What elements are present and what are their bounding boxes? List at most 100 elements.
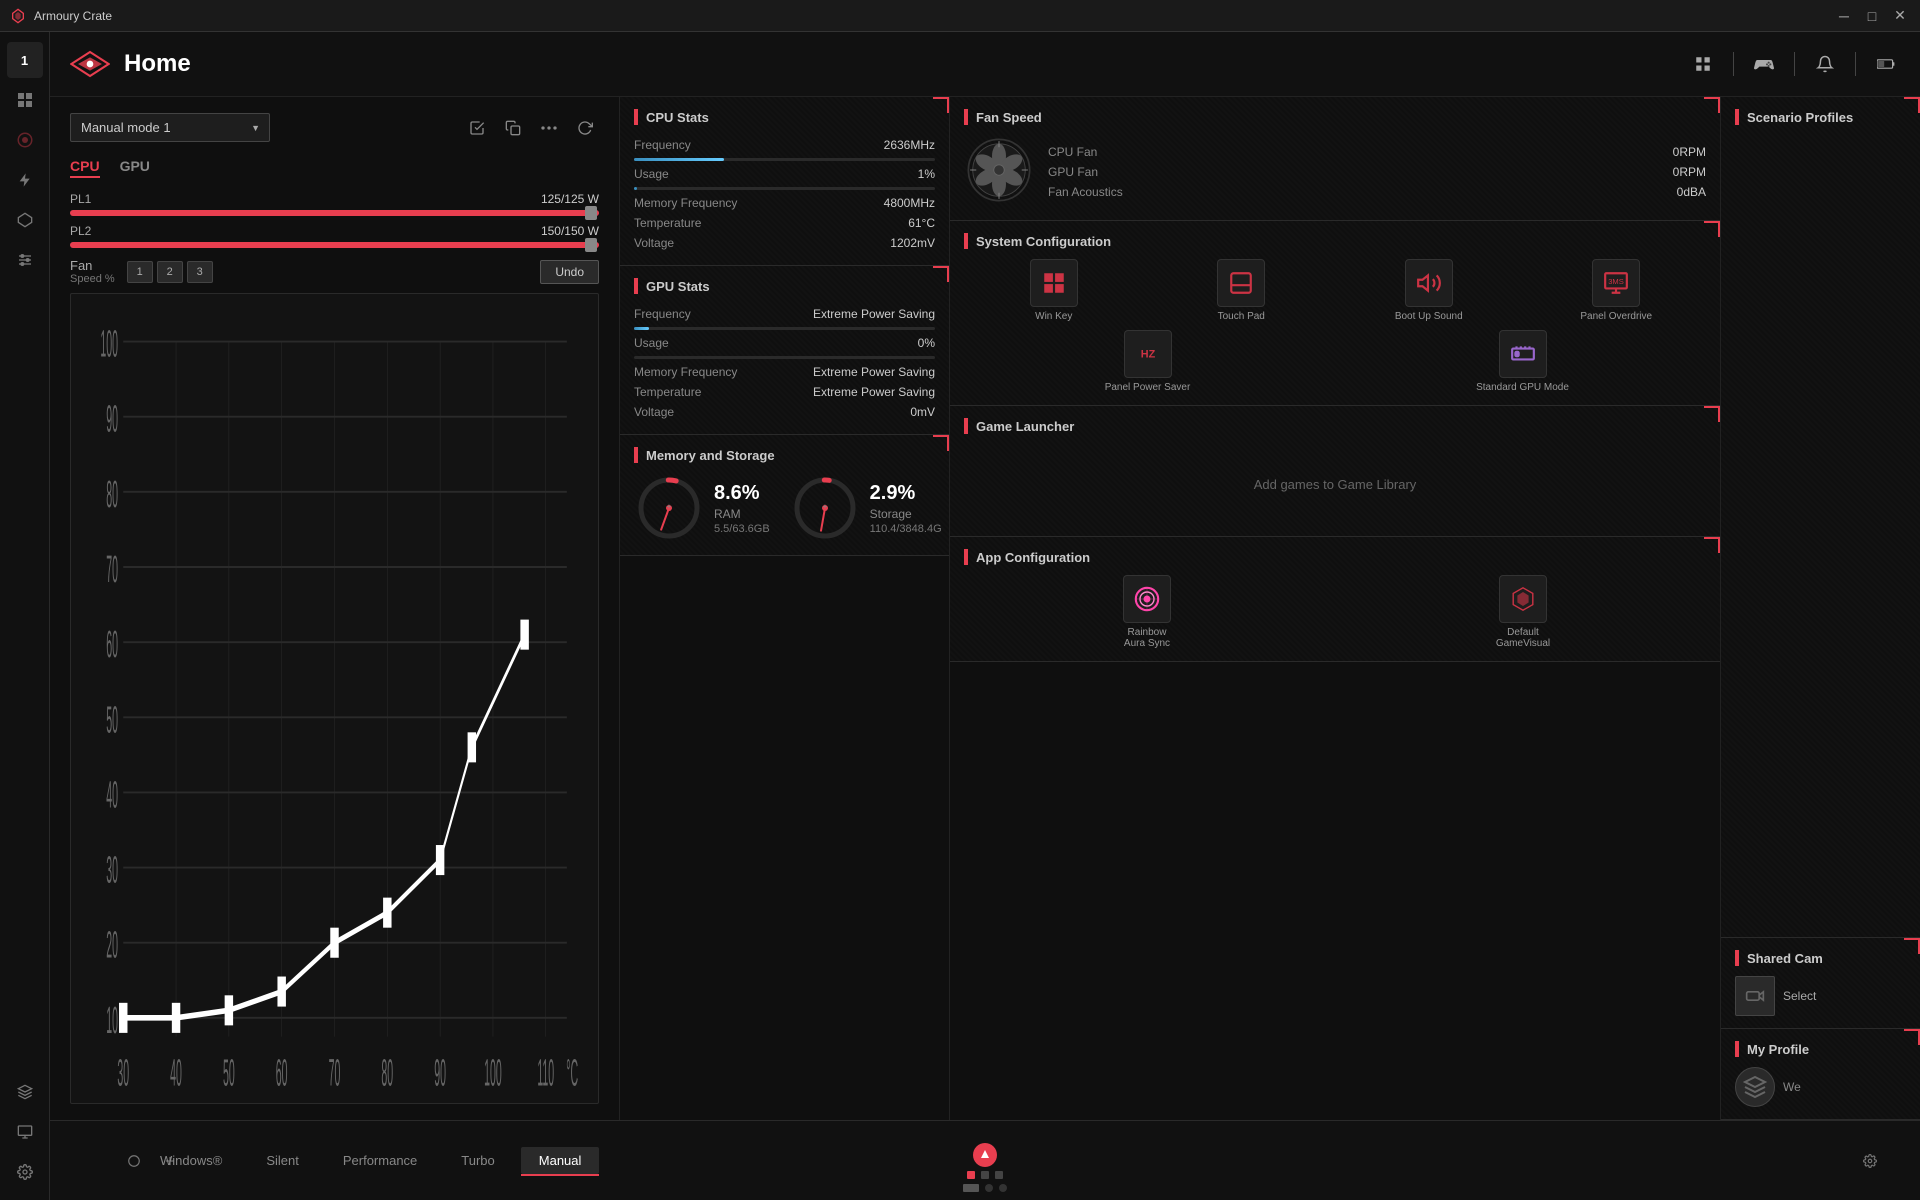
refresh-icon-btn[interactable] [571, 114, 599, 142]
rog-logo [70, 44, 110, 84]
tab-gpu[interactable]: GPU [120, 156, 150, 178]
gpu-fan-value: 0RPM [1673, 165, 1706, 179]
grid-view-button[interactable] [1689, 50, 1717, 78]
pl2-fill [70, 242, 599, 248]
gpu-frequency-bar-fill [634, 327, 649, 330]
page-dot-active[interactable] [963, 1184, 979, 1192]
rainbow-aura-item[interactable]: RainbowAura Sync [964, 575, 1330, 649]
mode-manual-btn[interactable]: Manual [521, 1147, 600, 1174]
sidebar-item-home[interactable] [7, 122, 43, 158]
bottom-center [967, 1143, 1003, 1179]
more-options-btn[interactable] [535, 114, 563, 142]
fan-preset-3[interactable]: 3 [187, 261, 213, 283]
fan-curve-points[interactable] [119, 620, 529, 1033]
gpu-mem-freq-label: Memory Frequency [634, 365, 737, 379]
pl1-slider[interactable] [70, 210, 599, 216]
sidebar-item-grid[interactable] [7, 82, 43, 118]
fan-speed-header: Fan Speed [964, 109, 1706, 125]
memory-indicator [634, 447, 638, 463]
win-key-item[interactable]: Win Key [964, 259, 1144, 322]
default-gamevisual-icon [1499, 575, 1547, 623]
fan-preset-2[interactable]: 2 [157, 261, 183, 283]
app-config-header: App Configuration [964, 549, 1706, 565]
touch-pad-item[interactable]: Touch Pad [1152, 259, 1332, 322]
gpu-frequency-row: Frequency Extreme Power Saving [634, 304, 935, 324]
gpu-temp-label: Temperature [634, 385, 701, 399]
mode-windows-btn[interactable]: Windows® [142, 1147, 240, 1174]
pl2-label: PL2 [70, 224, 91, 238]
fan-preset-1[interactable]: 1 [127, 261, 153, 283]
bottom-settings-btn[interactable] [1856, 1147, 1884, 1175]
sys-config-indicator [964, 233, 968, 249]
memory-content: + 8.6% RAM 5.5/63.6GB [634, 473, 935, 543]
shared-cam-title: Shared Cam [1747, 951, 1823, 966]
maximize-button[interactable]: □ [1862, 6, 1882, 26]
standard-gpu-item[interactable]: Standard GPU Mode [1339, 330, 1706, 393]
cpu-frequency-bar [634, 158, 935, 161]
pl2-slider[interactable] [70, 242, 599, 248]
fan-header: Fan Speed % 1 2 3 Undo [70, 258, 599, 285]
sidebar-item-tag[interactable] [7, 1074, 43, 1110]
svg-text:70: 70 [329, 1051, 341, 1093]
cpu-mem-freq-row: Memory Frequency 4800MHz [634, 193, 935, 213]
cpu-voltage-label: Voltage [634, 236, 674, 250]
battery-button[interactable] [1872, 50, 1900, 78]
checkbox-icon-btn[interactable] [463, 114, 491, 142]
gamepad-button[interactable] [1750, 50, 1778, 78]
gpu-stats-title: GPU Stats [646, 279, 710, 294]
tab-cpu[interactable]: CPU [70, 156, 100, 178]
sidebar-item-number[interactable]: 1 [7, 42, 43, 78]
panel-power-saver-item[interactable]: HZ Panel Power Saver [964, 330, 1331, 393]
mode-dropdown-wrapper[interactable]: Manual mode 1 [70, 113, 270, 142]
default-gamevisual-label: DefaultGameVisual [1496, 627, 1550, 649]
mode-actions [463, 114, 599, 142]
pl2-thumb[interactable] [585, 238, 597, 252]
default-gamevisual-item[interactable]: DefaultGameVisual [1340, 575, 1706, 649]
sidebar-item-lightning[interactable] [7, 162, 43, 198]
scenario-title: Scenario Profiles [1747, 110, 1853, 125]
fan-acoustics-value: 0dBA [1677, 185, 1706, 199]
profile-welcome: We [1783, 1080, 1801, 1094]
page-dot-2[interactable] [985, 1184, 993, 1192]
mode-performance-btn[interactable]: Performance [325, 1147, 435, 1174]
close-button[interactable]: ✕ [1890, 6, 1910, 26]
sidebar-item-aura[interactable] [7, 202, 43, 238]
minimize-button[interactable]: ─ [1834, 6, 1854, 26]
cpu-mem-freq-value: 4800MHz [884, 196, 935, 210]
pl1-thumb[interactable] [585, 206, 597, 220]
undo-button[interactable]: Undo [540, 260, 599, 284]
middle-column: Fan Speed [950, 97, 1720, 1120]
cpu-stats-panel: CPU Stats Frequency 2636MHz Usage 1% [620, 97, 949, 266]
header-divider-3 [1855, 52, 1856, 76]
gpu-voltage-label: Voltage [634, 405, 674, 419]
panel-power-saver-label: Panel Power Saver [1105, 382, 1191, 393]
standard-gpu-label: Standard GPU Mode [1476, 382, 1569, 393]
mode-turbo-btn[interactable]: Turbo [443, 1147, 512, 1174]
fan-speed-stats: CPU Fan 0RPM GPU Fan 0RPM Fan Acoustics … [1048, 142, 1706, 202]
sidebar-item-display[interactable] [7, 1114, 43, 1150]
copy-icon-btn[interactable] [499, 114, 527, 142]
content-wrapper: Manual mode 1 [50, 97, 1920, 1120]
svg-text:60: 60 [276, 1051, 288, 1093]
notification-button[interactable] [1811, 50, 1839, 78]
rainbow-aura-label: RainbowAura Sync [1124, 627, 1170, 649]
window-controls: ─ □ ✕ [1834, 6, 1910, 26]
standard-gpu-icon [1499, 330, 1547, 378]
fan-chart-svg: 100 90 80 70 60 50 40 30 20 10 [81, 304, 588, 1093]
my-profile-corner [1904, 1029, 1920, 1045]
sidebar-item-settings[interactable] [7, 1154, 43, 1190]
chart-grid [123, 342, 567, 1018]
boot-sound-item[interactable]: Boot Up Sound [1339, 259, 1519, 322]
fan-section: Fan Speed % 1 2 3 Undo [70, 258, 599, 1104]
panel-overdrive-item[interactable]: 3MS Panel Overdrive [1527, 259, 1707, 322]
mode-dropdown[interactable]: Manual mode 1 [70, 113, 270, 142]
sidebar-item-controls[interactable] [7, 242, 43, 278]
mode-silent-btn[interactable]: Silent [248, 1147, 317, 1174]
gpu-voltage-value: 0mV [910, 405, 935, 419]
svg-text:110: 110 [537, 1051, 554, 1093]
fan-speed-content: CPU Fan 0RPM GPU Fan 0RPM Fan Acoustics … [964, 135, 1706, 208]
page-dot-3[interactable] [999, 1184, 1007, 1192]
sys-config-grid: Win Key Touch Pad [964, 259, 1706, 322]
shared-cam-select[interactable]: Select [1783, 989, 1816, 1003]
cpu-frequency-bar-fill [634, 158, 724, 161]
